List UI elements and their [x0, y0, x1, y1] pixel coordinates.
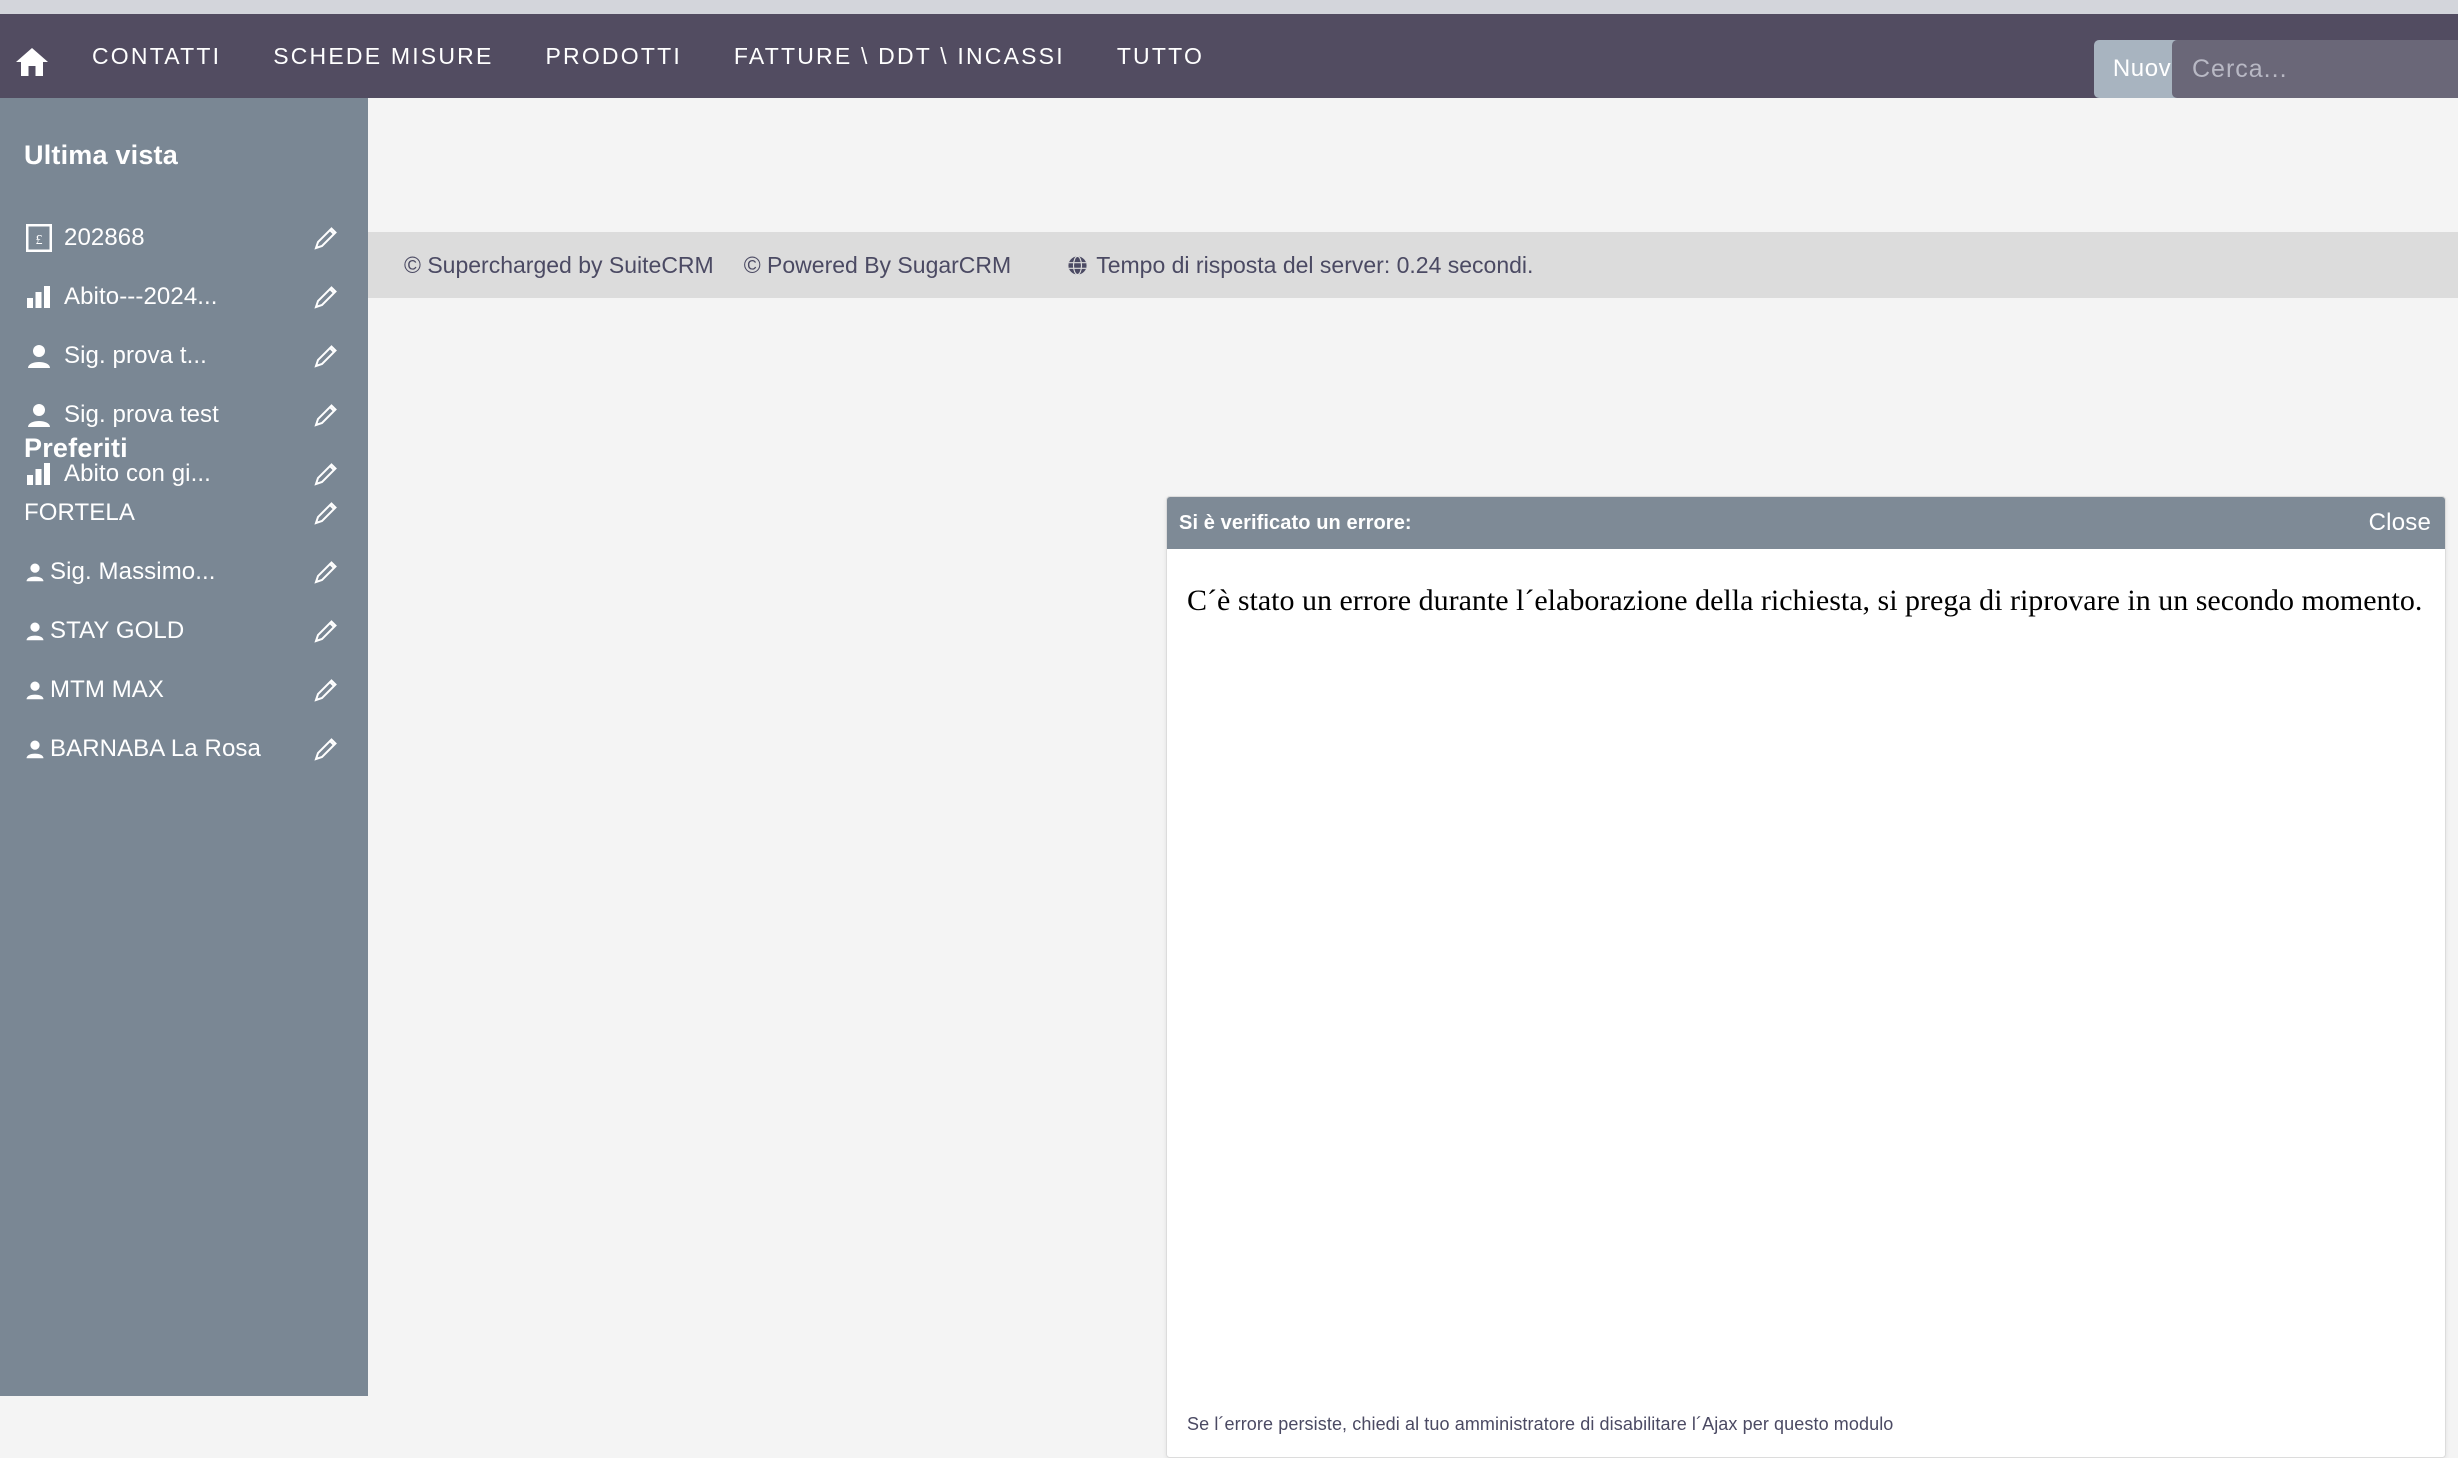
pencil-icon[interactable]	[313, 559, 339, 585]
pencil-icon[interactable]	[313, 618, 339, 644]
sidebar-item-barnaba-la-rosa[interactable]: BARNABA La Rosa	[0, 719, 368, 778]
home-icon[interactable]	[12, 44, 52, 80]
sidebar-item-202868[interactable]: £ 202868	[0, 208, 368, 267]
sidebar-item-sig-prova-t[interactable]: Sig. prova t...	[0, 326, 368, 385]
sidebar-item-sig-massimo[interactable]: Sig. Massimo...	[0, 542, 368, 601]
nav-link-fatture-ddt-incassi[interactable]: FATTURE \ DDT \ INCASSI	[708, 14, 1091, 98]
credit-sugarcrm: © Powered By SugarCRM	[743, 251, 1012, 278]
sidebar-item-label: Sig. prova t...	[64, 341, 207, 369]
person-icon	[24, 616, 46, 646]
person-icon	[24, 341, 54, 371]
sidebar-item-label: MTM MAX	[50, 675, 165, 703]
invoice-icon: £	[24, 223, 54, 253]
nav-link-prodotti[interactable]: PRODOTTI	[519, 14, 707, 98]
sidebar-item-label: Sig. Massimo...	[50, 557, 216, 585]
error-message: C´è stato un errore durante l´elaborazio…	[1187, 584, 2423, 617]
sidebar-item-stay-gold[interactable]: STAY GOLD	[0, 601, 368, 660]
server-response-time: Tempo di risposta del server: 0.24 secon…	[1066, 252, 1533, 279]
pencil-icon[interactable]	[313, 736, 339, 762]
nav-link-contatti[interactable]: CONTATTI	[66, 14, 247, 98]
sidebar-item-label: Abito---2024...	[64, 282, 218, 310]
sidebar-item-label: STAY GOLD	[50, 616, 185, 644]
error-dialog-header: Si è verificato un errore: Close	[1167, 497, 2445, 549]
sidebar-list-preferiti: FORTELA Sig. Massimo... STAY GOLD MTM MA…	[0, 483, 368, 778]
sidebar-item-abito-2024[interactable]: Abito---2024...	[0, 267, 368, 326]
globe-icon	[1066, 254, 1088, 276]
person-icon	[24, 557, 46, 587]
error-dialog: Si è verificato un errore: Close C´è sta…	[1166, 496, 2446, 1458]
sidebar-item-fortela[interactable]: FORTELA	[0, 483, 368, 542]
pencil-icon[interactable]	[313, 500, 339, 526]
sidebar-item-label: Sig. prova test	[64, 400, 219, 428]
credits-bar: © Supercharged by SuiteCRM © Powered By …	[368, 232, 2458, 298]
error-dialog-title: Si è verificato un errore:	[1179, 511, 1412, 534]
sidebar-item-label: 202868	[64, 223, 145, 251]
svg-text:£: £	[36, 233, 43, 248]
person-icon	[24, 675, 46, 705]
close-button[interactable]: Close	[2369, 509, 2431, 537]
person-icon	[24, 400, 54, 430]
pencil-icon[interactable]	[313, 225, 339, 251]
nav-links: CONTATTI SCHEDE MISURE PRODOTTI FATTURE …	[66, 14, 1230, 98]
pencil-icon[interactable]	[313, 677, 339, 703]
sidebar-item-label: BARNABA La Rosa	[50, 734, 261, 762]
nav-link-tutto[interactable]: TUTTO	[1091, 14, 1230, 98]
error-footnote: Se l´errore persiste, chiedi al tuo ammi…	[1187, 1414, 1894, 1434]
person-icon	[24, 734, 46, 764]
credit-suitecrm: © Supercharged by SuiteCRM	[404, 251, 714, 278]
sidebar-item-label: FORTELA	[24, 498, 135, 526]
main-navbar: CONTATTI SCHEDE MISURE PRODOTTI FATTURE …	[0, 14, 2458, 98]
top-strip	[0, 0, 2458, 14]
sidebar-heading-preferiti: Preferiti	[24, 433, 128, 463]
sidebar: Ultima vista £ 202868 Abito---2024... Si…	[0, 98, 368, 1396]
pencil-icon[interactable]	[313, 343, 339, 369]
pencil-icon[interactable]	[313, 284, 339, 310]
error-dialog-body: C´è stato un errore durante l´elaborazio…	[1167, 549, 2445, 1457]
nav-link-schede-misure[interactable]: SCHEDE MISURE	[247, 14, 519, 98]
server-response-time-label: Tempo di risposta del server: 0.24 secon…	[1096, 251, 1534, 278]
search-input[interactable]	[2172, 40, 2458, 98]
main-content: © Supercharged by SuiteCRM © Powered By …	[368, 98, 2458, 1458]
bar-chart-icon	[24, 282, 54, 312]
sidebar-heading-ultima-vista: Ultima vista	[24, 140, 178, 170]
pencil-icon[interactable]	[313, 402, 339, 428]
sidebar-item-mtm-max[interactable]: MTM MAX	[0, 660, 368, 719]
